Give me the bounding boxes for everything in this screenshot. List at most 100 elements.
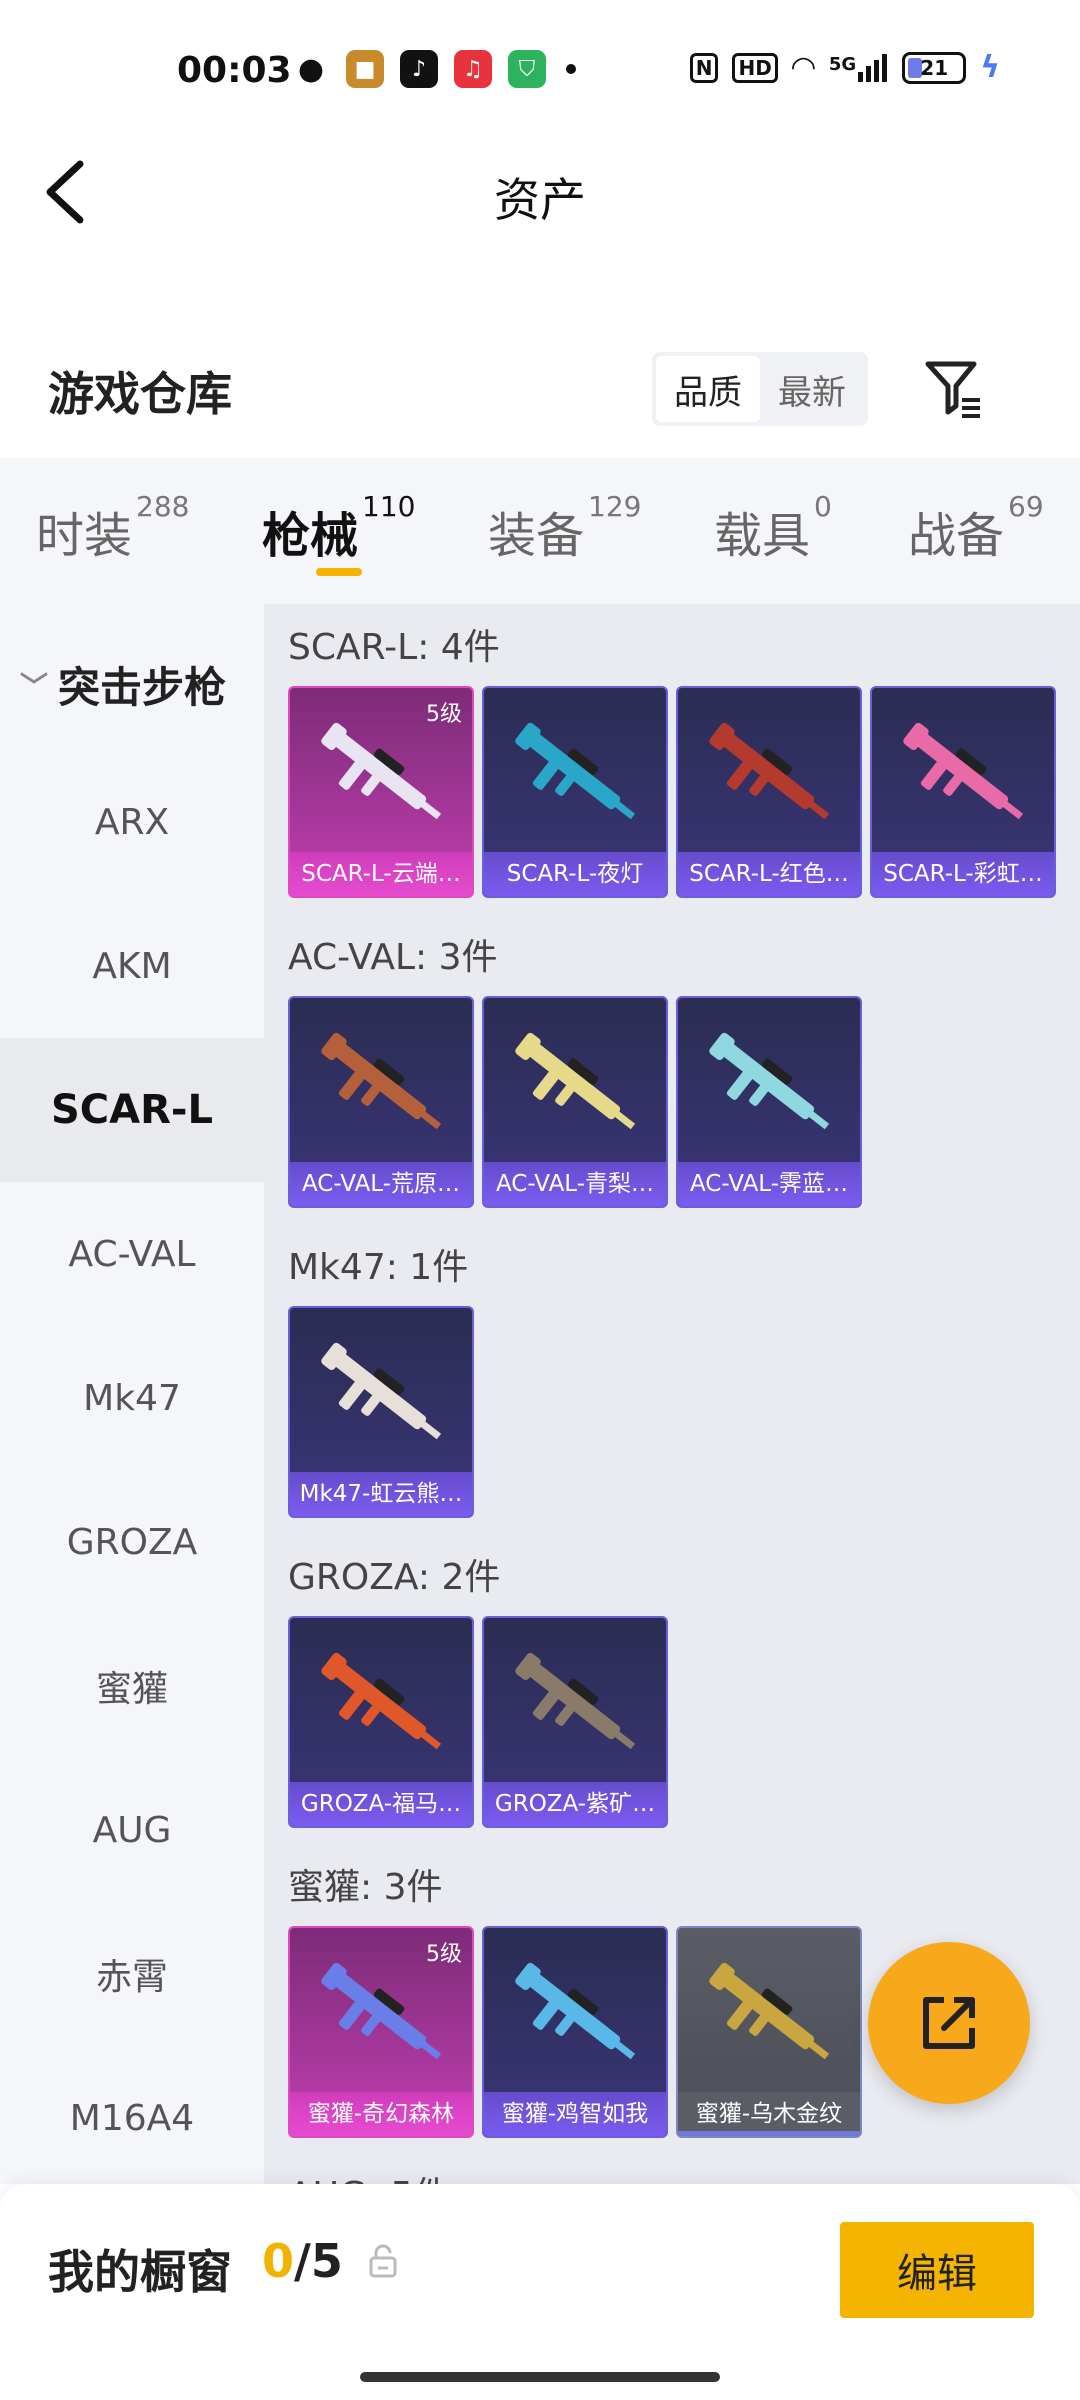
- sort-quality-option[interactable]: 品质: [656, 356, 760, 422]
- weapon-card[interactable]: AC-VAL-荒原…: [288, 996, 474, 1208]
- weapon-card[interactable]: SCAR-L-彩虹…: [870, 686, 1056, 898]
- section-title: GROZA: 2件: [288, 1557, 501, 1598]
- status-system-icons: N HD ◠ 5G 21 ϟ: [689, 50, 1000, 85]
- sidebar-item-chixiao[interactable]: 赤霄: [0, 1902, 264, 2046]
- weapon-card-label: SCAR-L-夜灯: [484, 852, 666, 896]
- weapon-card-label: AC-VAL-霁蓝…: [678, 1162, 860, 1206]
- edit-button[interactable]: 编辑: [840, 2222, 1034, 2318]
- sidebar-item-ac-val[interactable]: AC-VAL: [0, 1182, 264, 1326]
- tab-label: 时装: [36, 508, 133, 564]
- sidebar-item-groza[interactable]: GROZA: [0, 1470, 264, 1614]
- tab-count: 129: [588, 490, 642, 523]
- weapon-card[interactable]: SCAR-L-夜灯: [482, 686, 668, 898]
- section-title: AC-VAL: 3件: [288, 937, 498, 978]
- tiktok-icon: ♪: [400, 50, 438, 88]
- weapon-card-label: SCAR-L-云端…: [290, 852, 472, 896]
- shield-app-icon: ⛉: [508, 50, 546, 88]
- sidebar-item-arx[interactable]: ARX: [0, 750, 264, 894]
- weapon-card[interactable]: 5级蜜獾-奇幻森林: [288, 1926, 474, 2138]
- weapon-card[interactable]: AC-VAL-霁蓝…: [676, 996, 862, 1208]
- weapon-card-label: AC-VAL-荒原…: [290, 1162, 472, 1206]
- wechat-icon: ●: [292, 50, 330, 88]
- music-icon: ♫: [454, 50, 492, 88]
- weapon-card-label: SCAR-L-彩虹…: [872, 852, 1054, 896]
- tab-equipment[interactable]: 装备129: [488, 490, 641, 566]
- tab-label: 装备: [488, 508, 585, 564]
- chevron-down-icon: ﹀: [20, 669, 49, 703]
- weapon-skin-image: [903, 722, 1024, 820]
- level-badge: 5级: [426, 1942, 462, 1967]
- warehouse-title: 游戏仓库: [48, 367, 232, 421]
- weapon-card[interactable]: AC-VAL-青梨…: [482, 996, 668, 1208]
- sort-latest-option[interactable]: 最新: [760, 356, 864, 422]
- weapon-card-label: 蜜獾-乌木金纹: [678, 2092, 860, 2136]
- battery-level: 21: [920, 55, 949, 80]
- sidebar-item-scar-l[interactable]: SCAR-L: [0, 1038, 264, 1182]
- page-title: 资产: [494, 173, 586, 227]
- weapon-skin-image: [321, 1032, 442, 1130]
- level-badge: 5级: [426, 702, 462, 727]
- sidebar-item-honey-badger[interactable]: 蜜獾: [0, 1614, 264, 1758]
- showcase-bar: 我的橱窗 0/5 编辑: [0, 2184, 1080, 2400]
- weapon-skin-image: [321, 722, 442, 820]
- weapon-skin-image: [709, 1032, 830, 1130]
- status-time: 00:03: [177, 50, 292, 91]
- tab-label: 载具: [714, 508, 811, 564]
- sidebar-item-m16a4[interactable]: M16A4: [0, 2046, 264, 2190]
- weapon-card-label: AC-VAL-青梨…: [484, 1162, 666, 1206]
- weapon-card[interactable]: GROZA-紫矿…: [482, 1616, 668, 1828]
- weapon-skin-image: [515, 1032, 636, 1130]
- weapon-card-label: GROZA-紫矿…: [484, 1782, 666, 1826]
- weapon-card[interactable]: 蜜獾-鸡智如我: [482, 1926, 668, 2138]
- weapon-card[interactable]: SCAR-L-红色…: [676, 686, 862, 898]
- tab-count: 0: [814, 490, 832, 523]
- weapon-skin-image: [515, 1652, 636, 1750]
- showcase-count-current: 0: [262, 2234, 295, 2288]
- tab-fashion[interactable]: 时装288: [36, 490, 189, 566]
- weapon-card[interactable]: Mk47-虹云熊…: [288, 1306, 474, 1518]
- weapon-card[interactable]: 蜜獾-乌木金纹: [676, 1926, 862, 2138]
- sidebar-group-assault-rifles[interactable]: ﹀ 突击步枪: [20, 654, 226, 715]
- sort-toggle: 品质 最新: [652, 352, 868, 426]
- weapon-skin-image: [321, 1962, 442, 2060]
- weapon-card[interactable]: GROZA-福马…: [288, 1616, 474, 1828]
- battery-icon: 21: [902, 51, 967, 84]
- wifi-icon: ◠: [791, 50, 815, 85]
- sidebar-item-mk47[interactable]: Mk47: [0, 1326, 264, 1470]
- showcase-title: 我的橱窗: [48, 2245, 232, 2299]
- weapon-card-label: 蜜獾-鸡智如我: [484, 2092, 666, 2136]
- sidebar-item-akm[interactable]: AKM: [0, 894, 264, 1038]
- weapon-card-label: 蜜獾-奇幻森林: [290, 2092, 472, 2136]
- tab-vehicles[interactable]: 载具0: [714, 490, 832, 566]
- lock-icon: [368, 2244, 398, 2278]
- weapon-card[interactable]: 5级 SCAR-L-云端…: [288, 686, 474, 898]
- top-nav: 资产: [0, 140, 1080, 240]
- status-bar: 00:03 ● ■ ♪ ♫ ⛉ N HD ◠ 5G 21 ϟ: [0, 0, 1080, 140]
- weapon-skin-image: [709, 1962, 830, 2060]
- filter-icon[interactable]: [922, 356, 986, 420]
- signal-icon: 5G: [829, 53, 888, 82]
- sidebar-item-aug[interactable]: AUG: [0, 1758, 264, 1902]
- weapon-type-sidebar: ﹀ 突击步枪 ARX AKM SCAR-L AC-VAL Mk47 GROZA …: [0, 604, 264, 2184]
- status-notification-icons: ● ■ ♪ ♫ ⛉: [292, 50, 576, 88]
- sidebar-group-label: 突击步枪: [58, 663, 227, 712]
- share-external-icon[interactable]: [868, 1942, 1030, 2104]
- tab-weapons[interactable]: 枪械110: [262, 490, 415, 566]
- category-tabs: 时装288 枪械110 装备129 载具0 战备69: [0, 458, 1080, 604]
- tab-count: 110: [362, 490, 416, 523]
- weapon-skin-image: [321, 1652, 442, 1750]
- nfc-icon: N: [689, 52, 719, 83]
- section-title: SCAR-L: 4件: [288, 627, 500, 668]
- home-indicator[interactable]: [360, 2372, 720, 2382]
- tab-supplies[interactable]: 战备69: [908, 490, 1044, 566]
- tab-label: 战备: [908, 508, 1005, 564]
- section-title: 蜜獾: 3件: [288, 1867, 443, 1908]
- showcase-count-total: /5: [294, 2234, 343, 2288]
- weapon-skin-image: [709, 722, 830, 820]
- weapon-card-label: SCAR-L-红色…: [678, 852, 860, 896]
- section-title: AUG: 5件: [288, 2166, 449, 2184]
- more-notifications-dot: [566, 64, 576, 74]
- charging-icon: ϟ: [980, 50, 1000, 85]
- weapon-skin-image: [321, 1342, 442, 1440]
- weapon-card-label: GROZA-福马…: [290, 1782, 472, 1826]
